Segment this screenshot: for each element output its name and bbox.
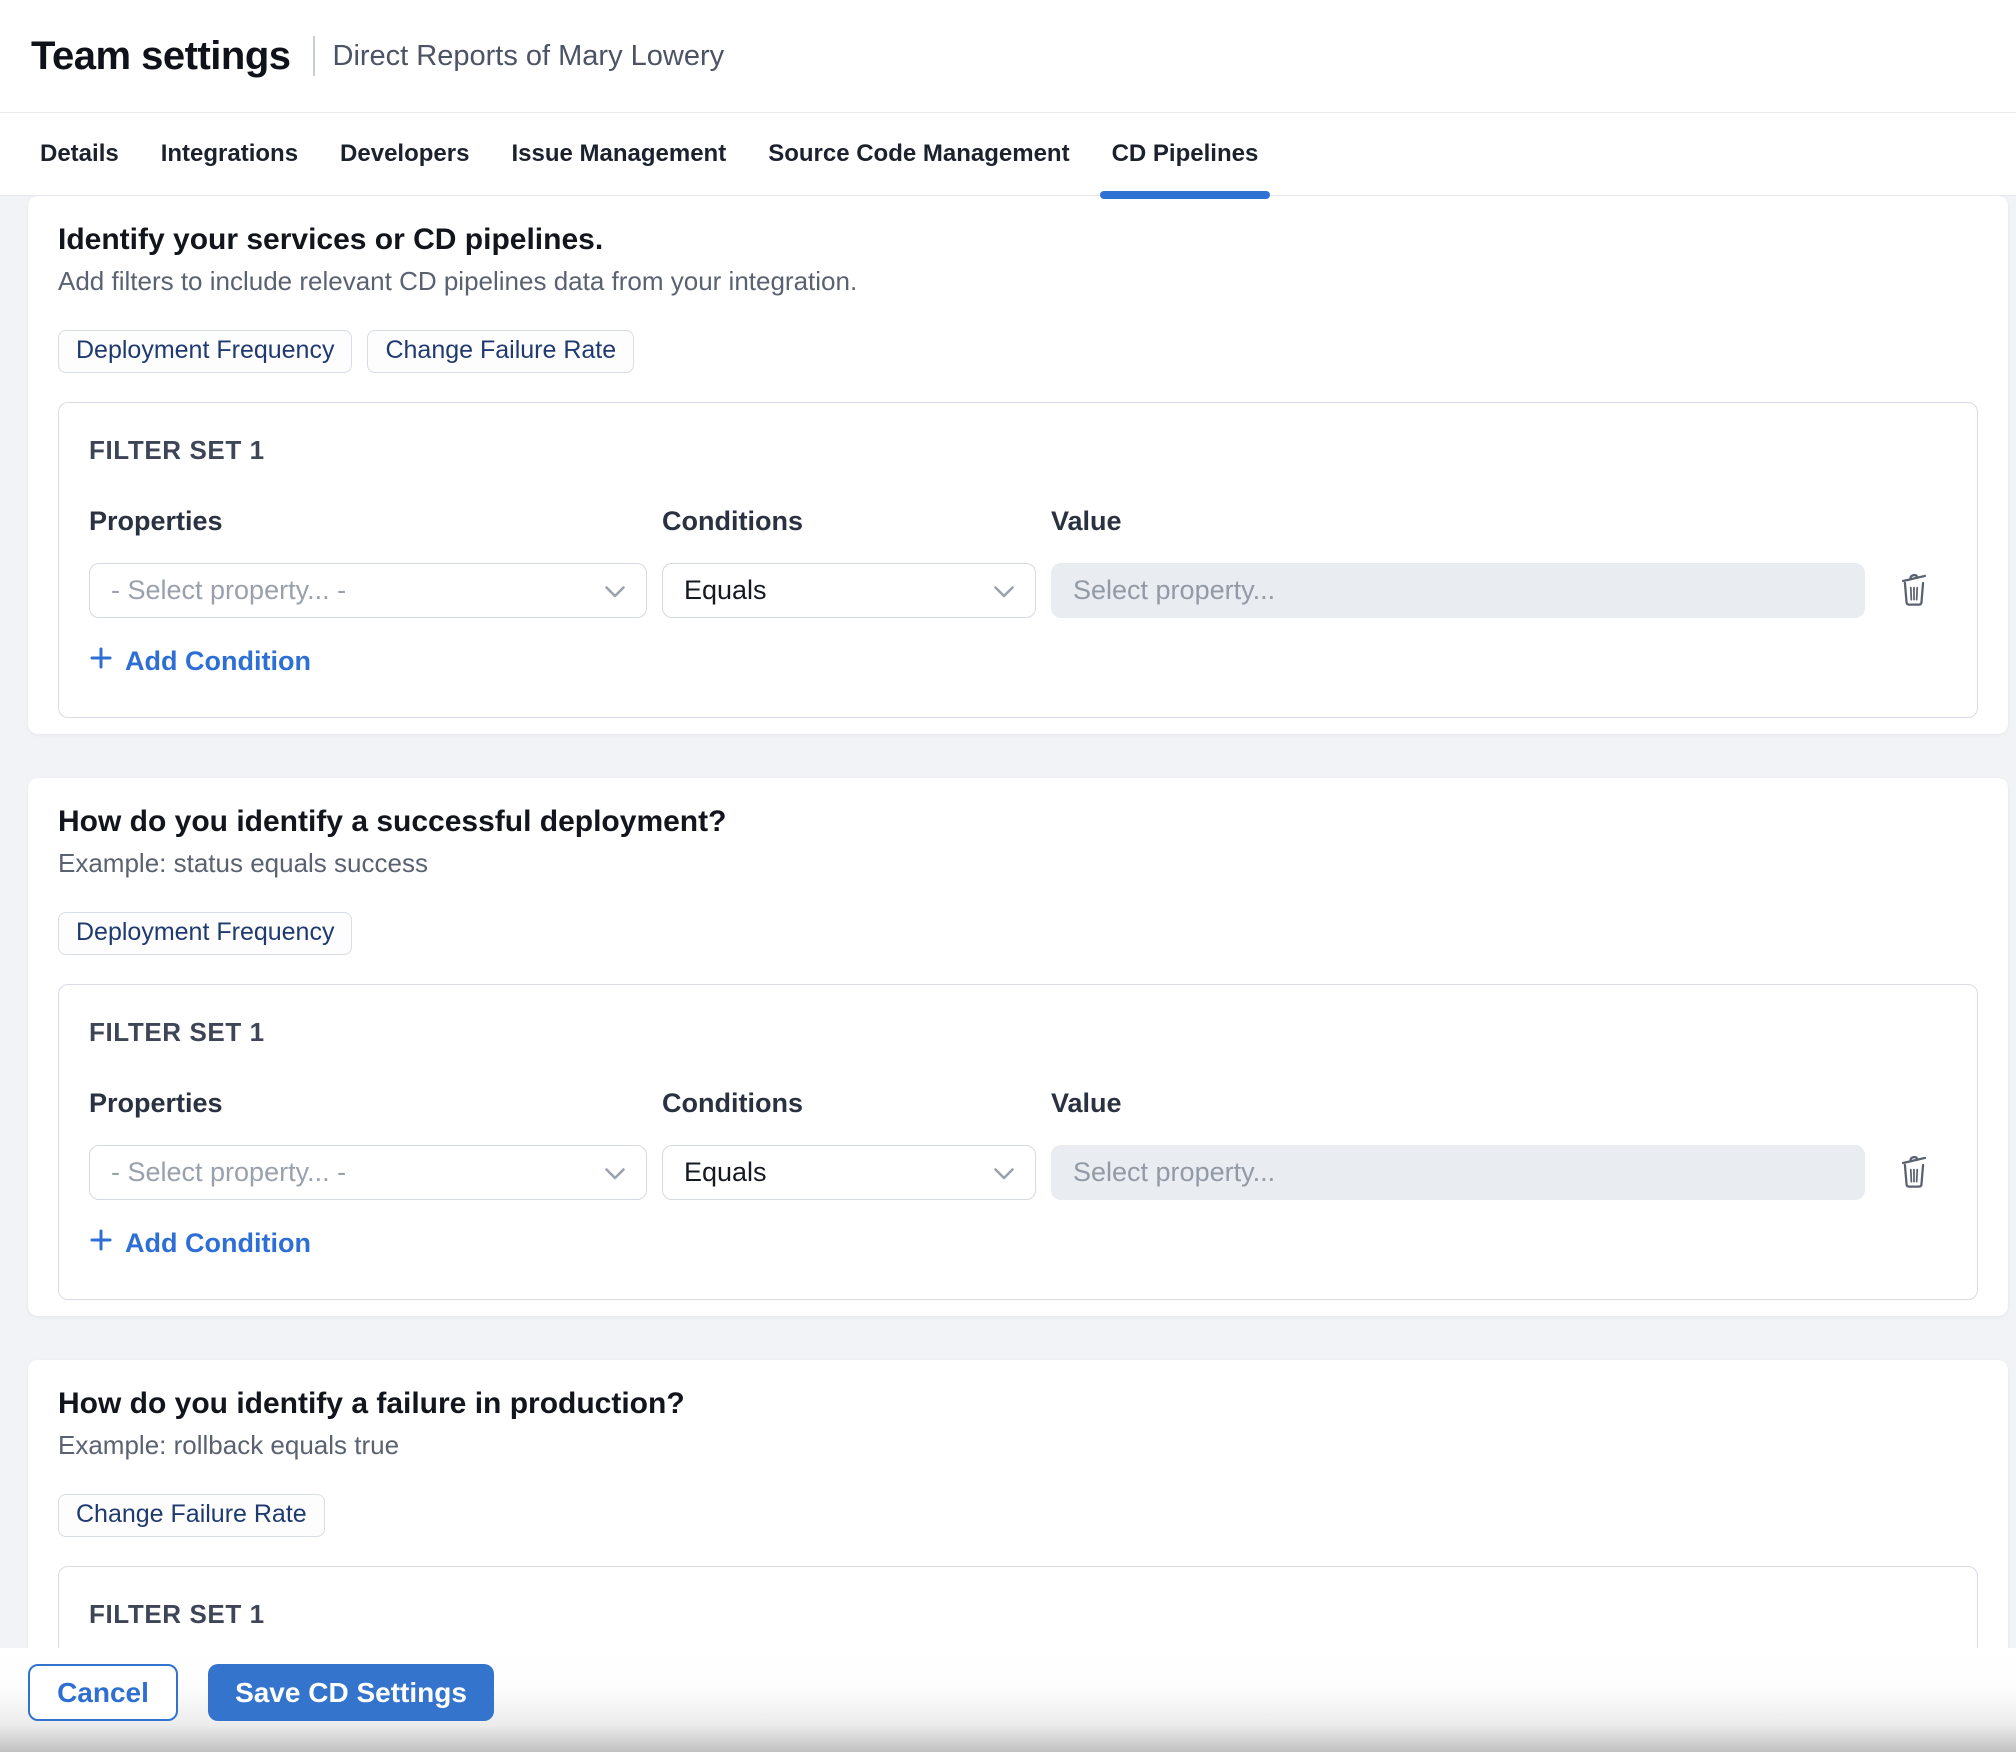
section-identify-services: Identify your services or CD pipelines. … — [28, 196, 2008, 734]
value-input[interactable] — [1051, 563, 1865, 618]
plus-icon — [89, 646, 113, 677]
badge-row: Deployment Frequency — [58, 912, 1978, 955]
save-cd-settings-button[interactable]: Save CD Settings — [208, 1664, 494, 1721]
properties-label: Properties — [89, 1088, 647, 1119]
tab-bar: Details Integrations Developers Issue Ma… — [0, 113, 2016, 196]
delete-filter-button[interactable] — [1894, 1149, 1934, 1196]
badge-deployment-frequency[interactable]: Deployment Frequency — [58, 330, 352, 373]
chevron-down-icon — [993, 1157, 1015, 1188]
section-subtitle: Example: status equals success — [58, 848, 1978, 878]
page-subtitle: Direct Reports of Mary Lowery — [333, 40, 725, 73]
section-successful-deployment: How do you identify a successful deploym… — [28, 778, 2008, 1316]
property-select[interactable]: - Select property... - — [89, 563, 647, 618]
cancel-button[interactable]: Cancel — [28, 1664, 178, 1721]
filter-labels-row: Properties Conditions Value — [89, 1088, 1947, 1119]
chevron-down-icon — [604, 1157, 626, 1188]
tab-details[interactable]: Details — [40, 113, 119, 195]
filter-controls-row: - Select property... - Equals — [89, 563, 1947, 618]
property-select[interactable]: - Select property... - — [89, 1145, 647, 1200]
badge-row: Change Failure Rate — [58, 1494, 1978, 1537]
filter-set-title: FILTER SET 1 — [89, 435, 1947, 466]
tab-integrations[interactable]: Integrations — [161, 113, 298, 195]
condition-select[interactable]: Equals — [662, 1145, 1036, 1200]
plus-icon — [89, 1228, 113, 1259]
chevron-down-icon — [993, 575, 1015, 606]
add-condition-button[interactable]: Add Condition — [89, 1228, 311, 1259]
trash-icon — [1898, 1153, 1930, 1192]
filter-labels-row: Properties Conditions Value — [89, 506, 1947, 537]
conditions-label: Conditions — [662, 1088, 1036, 1119]
filter-set-title: FILTER SET 1 — [89, 1599, 1947, 1630]
filter-set-title: FILTER SET 1 — [89, 1017, 1947, 1048]
value-input[interactable] — [1051, 1145, 1865, 1200]
tab-issue-management[interactable]: Issue Management — [511, 113, 726, 195]
tab-developers[interactable]: Developers — [340, 113, 469, 195]
section-heading: How do you identify a failure in product… — [58, 1386, 1978, 1422]
section-heading: How do you identify a successful deploym… — [58, 804, 1978, 840]
tab-cd-pipelines[interactable]: CD Pipelines — [1112, 113, 1259, 195]
content-area: Identify your services or CD pipelines. … — [0, 196, 2016, 1752]
section-subtitle: Add filters to include relevant CD pipel… — [58, 266, 1978, 296]
value-label: Value — [1051, 1088, 1865, 1119]
badge-row: Deployment Frequency Change Failure Rate — [58, 330, 1978, 373]
trash-icon — [1898, 571, 1930, 610]
value-label: Value — [1051, 506, 1865, 537]
filter-controls-row: - Select property... - Equals — [89, 1145, 1947, 1200]
tab-source-code-management[interactable]: Source Code Management — [768, 113, 1069, 195]
badge-change-failure-rate[interactable]: Change Failure Rate — [367, 330, 634, 373]
chevron-down-icon — [604, 575, 626, 606]
filter-set-card: FILTER SET 1 Properties Conditions Value… — [58, 402, 1978, 718]
badge-deployment-frequency[interactable]: Deployment Frequency — [58, 912, 352, 955]
condition-select[interactable]: Equals — [662, 563, 1036, 618]
section-subtitle: Example: rollback equals true — [58, 1430, 1978, 1460]
properties-label: Properties — [89, 506, 647, 537]
page-header: Team settings Direct Reports of Mary Low… — [0, 0, 2016, 113]
filter-set-card: FILTER SET 1 Properties Conditions Value… — [58, 984, 1978, 1300]
footer-action-bar: Cancel Save CD Settings — [0, 1648, 2016, 1752]
add-condition-button[interactable]: Add Condition — [89, 646, 311, 677]
badge-change-failure-rate[interactable]: Change Failure Rate — [58, 1494, 325, 1537]
delete-filter-button[interactable] — [1894, 567, 1934, 614]
section-heading: Identify your services or CD pipelines. — [58, 222, 1978, 258]
conditions-label: Conditions — [662, 506, 1036, 537]
title-divider — [313, 36, 315, 76]
page-title: Team settings — [31, 34, 291, 79]
